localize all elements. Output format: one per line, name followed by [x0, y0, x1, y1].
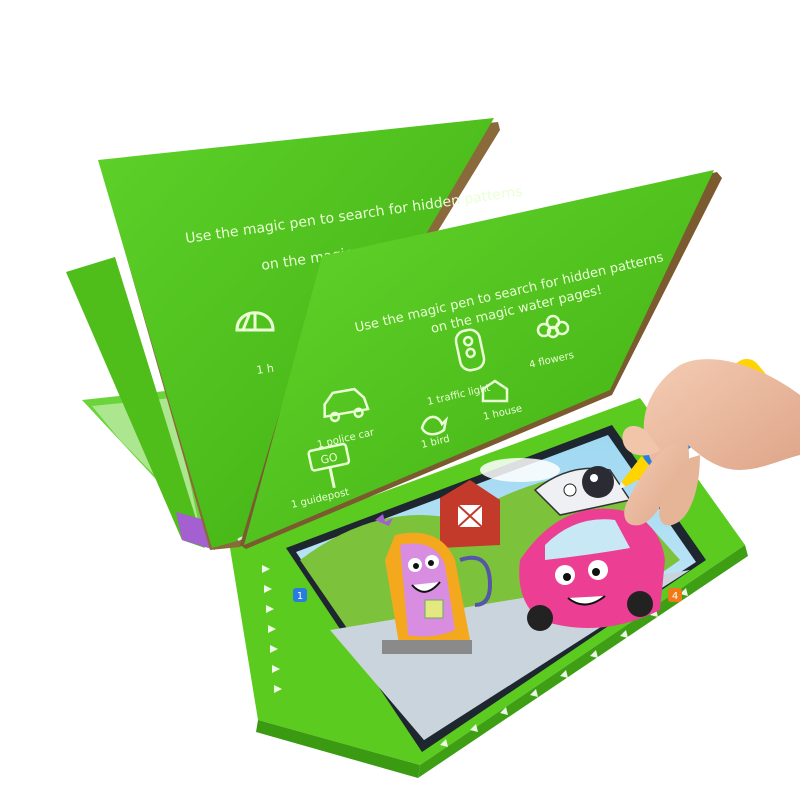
water-coloring-book-photo: 1 2 3 4 Use the magic pen to search for … — [66, 118, 800, 778]
dark-bird-character — [582, 466, 614, 498]
page-number-4: 4 — [672, 591, 678, 602]
page-number-1: 1 — [297, 591, 303, 602]
back-page-item-label: 1 h — [256, 362, 275, 377]
cloud — [480, 458, 560, 482]
